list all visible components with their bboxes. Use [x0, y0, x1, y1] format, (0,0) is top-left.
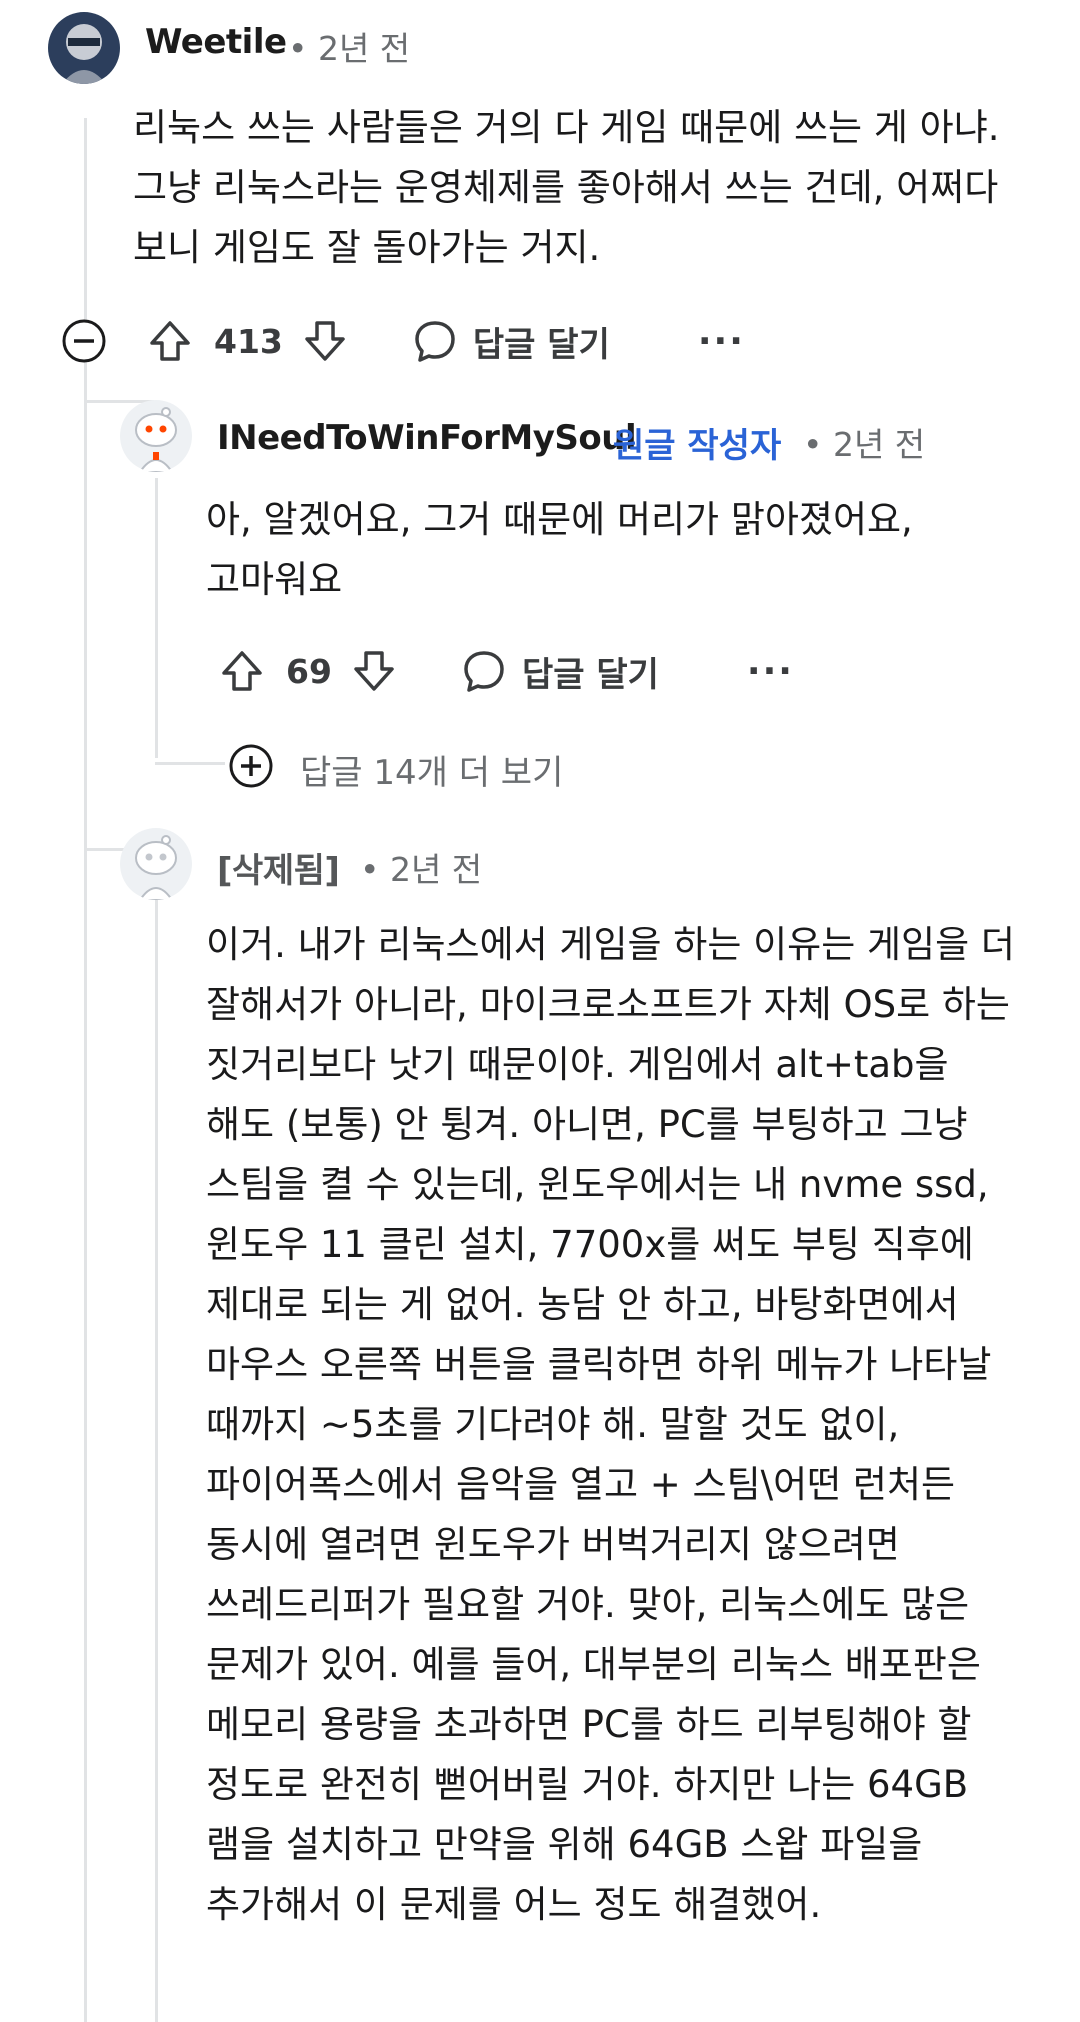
- avatar[interactable]: [48, 12, 120, 84]
- expand-replies-button[interactable]: [228, 743, 274, 789]
- comment-timestamp: • 2년 전: [360, 850, 483, 889]
- downvote-icon[interactable]: [344, 647, 404, 695]
- vote-score: 413: [214, 321, 283, 361]
- thread-line-reply2: [155, 900, 158, 2022]
- comment-author: [삭제됨]: [217, 851, 340, 891]
- more-replies-link[interactable]: 답글 14개 더 보기: [300, 745, 563, 794]
- chat-bubble-icon: [464, 651, 504, 692]
- op-badge: 원글 작성자: [613, 426, 782, 466]
- reply-button-label: 답글 달기: [521, 654, 659, 695]
- comment-timestamp: • 2년 전: [803, 425, 926, 464]
- avatar[interactable]: [120, 828, 192, 900]
- comment-author[interactable]: INeedToWinForMySoul: [217, 418, 637, 458]
- vote-score: 69: [286, 651, 332, 691]
- reply-button[interactable]: 답글 달기: [460, 647, 659, 696]
- thread-line-main: [84, 118, 87, 2022]
- plus-circle-icon: [229, 744, 273, 788]
- chat-bubble-icon: [415, 321, 455, 362]
- more-options-button[interactable]: ···: [698, 321, 745, 362]
- upvote-icon[interactable]: [212, 647, 272, 695]
- comment-actions: 69 답글 달기 ···: [212, 641, 794, 701]
- thread-line-reply1: [155, 478, 158, 758]
- reply-button[interactable]: 답글 달기: [411, 317, 610, 366]
- comment-actions: 413 답글 달기 ···: [140, 311, 745, 371]
- comment-body: 리눅스 쓰는 사람들은 거의 다 게임 때문에 쓰는 게 아냐. 그냥 리눅스라…: [133, 106, 1000, 269]
- collapse-thread-button[interactable]: [61, 318, 107, 364]
- more-options-button[interactable]: ···: [747, 651, 794, 692]
- comment-timestamp: • 2년 전: [288, 29, 411, 68]
- minus-circle-icon: [62, 319, 106, 363]
- upvote-icon[interactable]: [140, 317, 200, 365]
- comment-body: 아, 알겠어요, 그거 때문에 머리가 맑아졌어요, 고마워요: [206, 498, 913, 601]
- thread-line-branch-more: [155, 762, 225, 765]
- downvote-icon[interactable]: [295, 317, 355, 365]
- comment-body: 이거. 내가 리눅스에서 게임을 하는 이유는 게임을 더 잘해서가 아니라, …: [206, 923, 1015, 1926]
- avatar[interactable]: [120, 400, 192, 472]
- comment-author[interactable]: Weetile: [145, 22, 287, 62]
- reply-button-label: 답글 달기: [472, 324, 610, 365]
